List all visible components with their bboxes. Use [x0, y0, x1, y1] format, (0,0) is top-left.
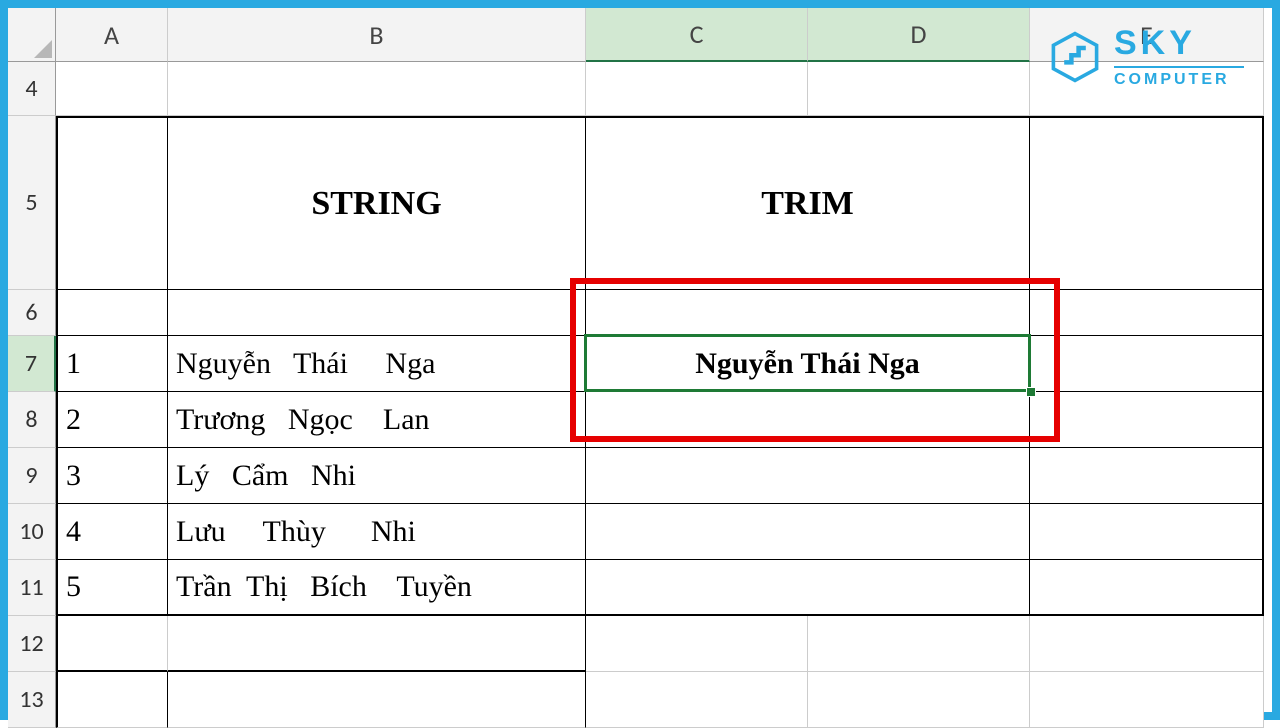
- cell-e12[interactable]: [1030, 616, 1264, 672]
- col-header-b[interactable]: B: [168, 8, 586, 62]
- row-header-4[interactable]: 4: [8, 62, 56, 116]
- cell-a12[interactable]: [56, 616, 168, 672]
- cell-c4[interactable]: [586, 62, 808, 116]
- col-header-a[interactable]: A: [56, 8, 168, 62]
- cell-c12[interactable]: [586, 616, 808, 672]
- cell-cd9[interactable]: [586, 448, 1030, 504]
- row-header-12[interactable]: 12: [8, 616, 56, 672]
- cell-cd7-trim-result[interactable]: Nguyễn Thái Nga: [586, 336, 1030, 392]
- cell-e11[interactable]: [1030, 560, 1264, 616]
- col-header-e[interactable]: E: [1030, 8, 1264, 62]
- select-all-corner[interactable]: [8, 8, 56, 62]
- cell-a11[interactable]: 5: [56, 560, 168, 616]
- col-header-d[interactable]: D: [808, 8, 1030, 62]
- col-header-c[interactable]: C: [586, 8, 808, 62]
- row-header-10[interactable]: 10: [8, 504, 56, 560]
- cell-a4[interactable]: [56, 62, 168, 116]
- cell-b11[interactable]: Trần Thị Bích Tuyền: [168, 560, 586, 616]
- cell-d4[interactable]: [808, 62, 1030, 116]
- row-header-5[interactable]: 5: [8, 116, 56, 290]
- row-header-9[interactable]: 9: [8, 448, 56, 504]
- cell-a10[interactable]: 4: [56, 504, 168, 560]
- cell-cd8[interactable]: [586, 392, 1030, 448]
- cell-e5[interactable]: [1030, 116, 1264, 290]
- cell-cd5-trim-header[interactable]: TRIM: [586, 116, 1030, 290]
- cell-a7[interactable]: 1: [56, 336, 168, 392]
- cell-a8[interactable]: 2: [56, 392, 168, 448]
- cell-b7[interactable]: Nguyễn Thái Nga: [168, 336, 586, 392]
- cell-cd6[interactable]: [586, 290, 1030, 336]
- cell-a6[interactable]: [56, 290, 168, 336]
- cell-d12[interactable]: [808, 616, 1030, 672]
- cell-e10[interactable]: [1030, 504, 1264, 560]
- cell-e7[interactable]: [1030, 336, 1264, 392]
- cell-e9[interactable]: [1030, 448, 1264, 504]
- cell-b6[interactable]: [168, 290, 586, 336]
- spreadsheet-grid[interactable]: A B C D E 4 5 STRING TRIM 6 7 1 Nguyễn T…: [8, 8, 1272, 728]
- cell-e8[interactable]: [1030, 392, 1264, 448]
- row-header-8[interactable]: 8: [8, 392, 56, 448]
- cell-b4[interactable]: [168, 62, 586, 116]
- cell-a9[interactable]: 3: [56, 448, 168, 504]
- cell-e6[interactable]: [1030, 290, 1264, 336]
- cell-a5[interactable]: [56, 116, 168, 290]
- row-header-7[interactable]: 7: [8, 336, 56, 392]
- cell-b10[interactable]: Lưu Thùy Nhi: [168, 504, 586, 560]
- cell-b12[interactable]: [168, 616, 586, 672]
- cell-b8[interactable]: Trương Ngọc Lan: [168, 392, 586, 448]
- cell-b9[interactable]: Lý Cẩm Nhi: [168, 448, 586, 504]
- cell-e4[interactable]: [1030, 62, 1264, 116]
- cell-b5-string-header[interactable]: STRING: [168, 116, 586, 290]
- row-header-6[interactable]: 6: [8, 290, 56, 336]
- cell-cd10[interactable]: [586, 504, 1030, 560]
- row-header-11[interactable]: 11: [8, 560, 56, 616]
- cell-cd11[interactable]: [586, 560, 1030, 616]
- column-header-row: A B C D E: [8, 8, 1272, 62]
